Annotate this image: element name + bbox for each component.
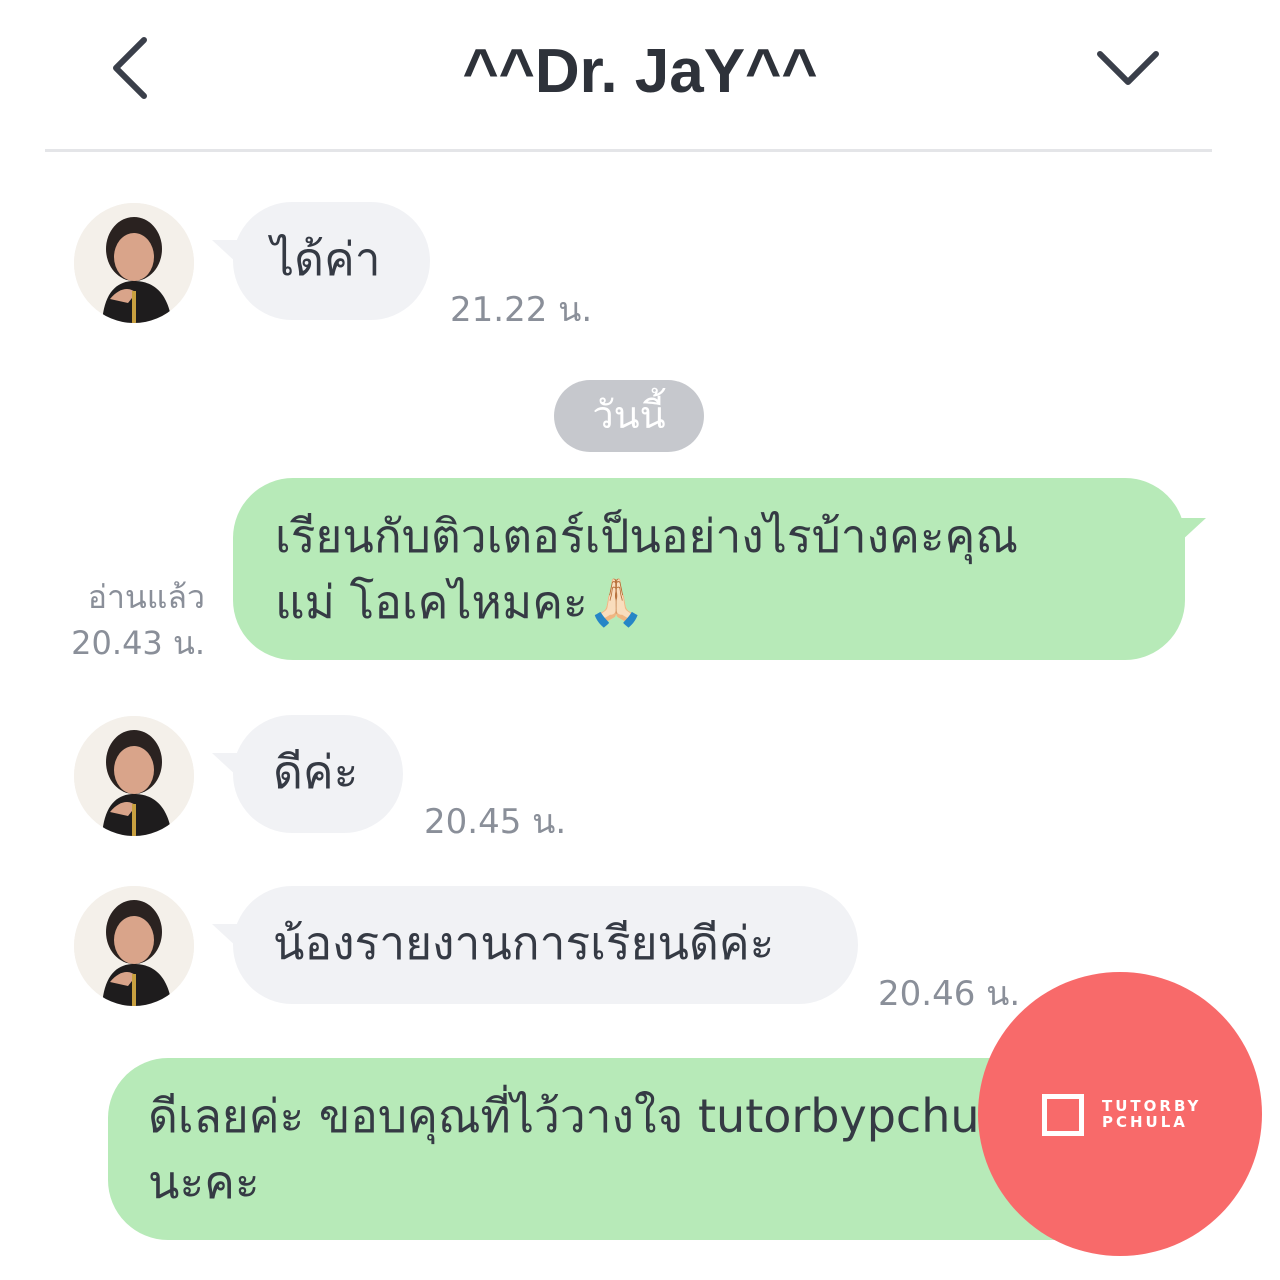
logo-square-icon: [1042, 1094, 1084, 1136]
avatar-photo: [74, 886, 194, 1006]
logo-text: TUTORBY PCHULA: [1102, 1098, 1201, 1130]
message-time: 20.46 น.: [878, 974, 1021, 1014]
read-status: อ่านแล้ว: [87, 578, 205, 616]
outgoing-message-bubble[interactable]: เรียนกับติวเตอร์เป็นอย่างไรบ้างคะคุณ แม่…: [233, 478, 1185, 660]
incoming-message-bubble[interactable]: น้องรายงานการเรียนดีค่ะ: [233, 886, 858, 1004]
message-text-line: เรียนกับติวเตอร์เป็นอย่างไรบ้างคะคุณ: [275, 509, 1019, 563]
message-time: 21.22 น.: [450, 290, 593, 330]
logo-line-2: PCHULA: [1102, 1113, 1188, 1131]
chat-title: ^^Dr. JaY^^: [462, 37, 818, 106]
header-divider: [45, 149, 1212, 152]
message-text: ดีค่ะ: [273, 745, 359, 799]
message-text: น้องรายงานการเรียนดีค่ะ: [273, 916, 775, 970]
read-receipt: อ่านแล้ว 20.43 น.: [40, 574, 205, 666]
avatar-photo: [74, 716, 194, 836]
chat-header: ^^Dr. JaY^^: [0, 0, 1280, 152]
date-separator: วันนี้: [554, 380, 704, 452]
contact-avatar[interactable]: [74, 886, 194, 1006]
tutorbypchula-watermark: TUTORBY PCHULA: [978, 972, 1262, 1256]
avatar-photo: [74, 203, 194, 323]
logo-line-1: TUTORBY: [1102, 1097, 1202, 1115]
chevron-down-icon: [1097, 51, 1159, 85]
message-text-line: แม่ โอเคไหมคะ🙏🏻: [275, 575, 645, 629]
incoming-message-bubble[interactable]: ได้ค่า: [233, 202, 430, 320]
message-text: ได้ค่า: [271, 232, 381, 286]
contact-avatar[interactable]: [74, 716, 194, 836]
message-time: 20.45 น.: [424, 802, 567, 842]
collapse-menu-button[interactable]: [1090, 38, 1166, 98]
message-time: 20.43 น.: [71, 624, 205, 662]
bubble-tail: [1180, 518, 1206, 542]
incoming-message-bubble[interactable]: ดีค่ะ: [233, 715, 403, 833]
contact-avatar[interactable]: [74, 203, 194, 323]
